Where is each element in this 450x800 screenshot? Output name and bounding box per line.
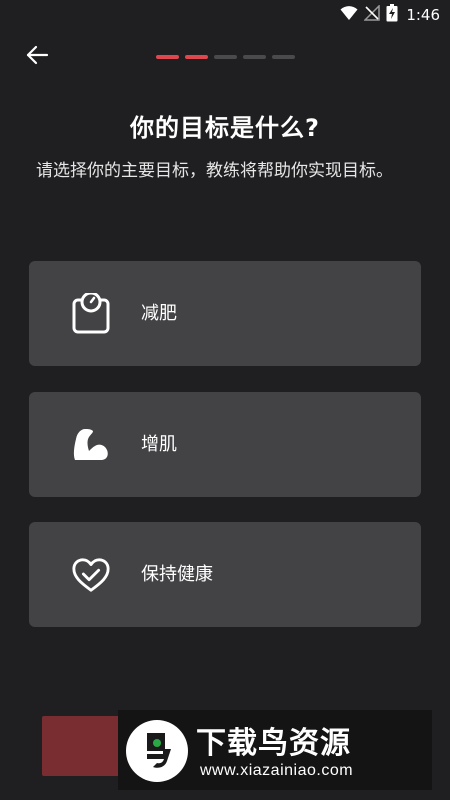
goal-option-gain-muscle[interactable]: 增肌 xyxy=(29,392,421,497)
goal-option-label: 减肥 xyxy=(141,303,177,324)
page-subtitle: 请选择你的主要目标，教练将帮助你实现目标。 xyxy=(36,161,393,181)
progress-step xyxy=(185,55,208,59)
progress-step xyxy=(272,55,295,59)
flexed-biceps-icon xyxy=(71,423,111,467)
progress-step xyxy=(156,55,179,59)
bird-logo-icon xyxy=(126,720,188,782)
goal-option-label: 增肌 xyxy=(141,434,177,455)
status-icons: 1:46 xyxy=(340,4,440,26)
goal-option-lose-weight[interactable]: 减肥 xyxy=(29,261,421,366)
heart-check-icon xyxy=(71,553,111,597)
status-time: 1:46 xyxy=(406,6,440,24)
wifi-icon xyxy=(340,5,358,25)
progress-step xyxy=(243,55,266,59)
goal-selection-screen: 1:46 你的目标是什么? 请选择你的主要目标，教练将帮助你实现目标。 减肥 增… xyxy=(0,0,450,800)
watermark-title: 下载鸟资源 xyxy=(196,726,351,761)
watermark-banner: 下载鸟资源 www.xiazainiao.com xyxy=(118,710,432,790)
arrow-left-icon xyxy=(25,45,49,69)
back-button[interactable] xyxy=(20,42,54,72)
battery-charging-icon xyxy=(386,4,398,26)
step-progress-indicator xyxy=(156,55,295,59)
weight-scale-icon xyxy=(71,292,111,336)
page-title: 你的目标是什么? xyxy=(130,114,320,142)
progress-step xyxy=(214,55,237,59)
no-signal-icon xyxy=(363,4,381,25)
goal-option-label: 保持健康 xyxy=(141,564,213,585)
status-bar: 1:46 xyxy=(0,0,450,30)
watermark-url: www.xiazainiao.com xyxy=(200,762,354,779)
goal-option-stay-healthy[interactable]: 保持健康 xyxy=(29,522,421,627)
